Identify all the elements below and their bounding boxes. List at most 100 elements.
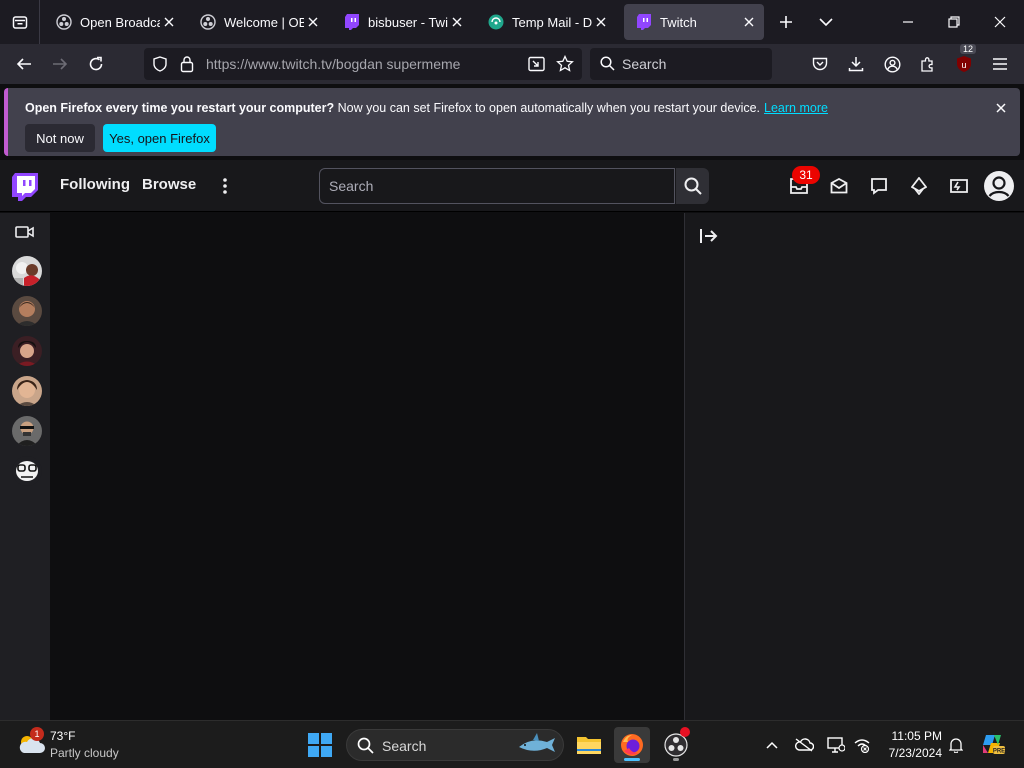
bookmark-star-icon[interactable]: [556, 54, 574, 78]
crown-ad-icon: [950, 179, 968, 193]
followed-channel-avatar[interactable]: [12, 456, 42, 486]
whispers-button[interactable]: [867, 174, 891, 198]
search-icon: [357, 737, 374, 759]
followed-channel-avatar[interactable]: [12, 336, 42, 366]
forward-button[interactable]: [46, 50, 74, 78]
new-tab-button[interactable]: [772, 8, 800, 36]
ublock-extension-button[interactable]: u 12: [950, 44, 978, 78]
twitch-icon: [344, 14, 360, 30]
copilot-button[interactable]: PRE: [980, 731, 1006, 757]
minimize-button[interactable]: [894, 8, 922, 36]
windows-logo-icon: [308, 733, 332, 757]
extension-badge: 12: [960, 44, 977, 54]
close-notification-icon[interactable]: [996, 100, 1006, 118]
close-window-button[interactable]: [986, 8, 1014, 36]
minimize-icon: [903, 21, 913, 23]
tab-welcome-obs[interactable]: Welcome | OBS: [188, 4, 328, 40]
url-text: https://www.twitch.tv/bogdan supermeme: [206, 56, 461, 72]
browser-search-box[interactable]: Search: [590, 48, 772, 80]
user-avatar[interactable]: [984, 171, 1014, 201]
learn-more-link[interactable]: Learn more: [764, 101, 828, 115]
app-menu-button[interactable]: [986, 50, 1014, 78]
tab-title: bisbuser - Twitch: [368, 14, 448, 30]
close-tab-icon[interactable]: [448, 13, 466, 31]
shield-icon[interactable]: [152, 56, 168, 77]
pocket-button[interactable]: [806, 50, 834, 78]
tab-title: Welcome | OBS: [224, 14, 304, 30]
pocket-icon: [812, 57, 828, 71]
list-tabs-button[interactable]: [812, 8, 840, 36]
taskbar-firefox[interactable]: [614, 727, 650, 763]
close-tab-icon[interactable]: [592, 13, 610, 31]
bits-icon: [911, 177, 927, 195]
plus-icon: [780, 16, 792, 28]
turbo-button[interactable]: [947, 174, 971, 198]
chat-column: [684, 213, 1024, 720]
yes-open-firefox-button[interactable]: Yes, open Firefox: [103, 124, 216, 152]
reload-icon: [89, 56, 103, 71]
weather-temperature[interactable]: 73°F: [50, 729, 75, 743]
more-menu-button[interactable]: [216, 174, 234, 198]
arrow-left-icon: [16, 58, 31, 70]
search-highlight-shark-icon: [517, 732, 557, 763]
extensions-button[interactable]: [914, 50, 942, 78]
browse-link[interactable]: Browse: [142, 176, 196, 193]
svg-text:PRE: PRE: [993, 749, 1005, 755]
network-tray-icon[interactable]: [852, 735, 872, 755]
close-tab-icon[interactable]: [740, 13, 758, 31]
chevron-up-icon: [766, 741, 778, 749]
list-all-tabs-button[interactable]: [0, 0, 40, 44]
notification-center-button[interactable]: [946, 735, 966, 755]
whispers-inbox-button[interactable]: [827, 174, 851, 198]
lock-icon[interactable]: [180, 55, 194, 78]
tab-bisbuser-twitch[interactable]: bisbuser - Twitch: [332, 4, 472, 40]
search-icon: [684, 177, 702, 195]
collapse-chat-button[interactable]: [699, 227, 719, 245]
notification-title: Open Firefox every time you restart your…: [25, 101, 335, 115]
more-vertical-icon: [223, 178, 227, 194]
tab-title: Open Broadcast: [80, 14, 160, 30]
address-bar[interactable]: https://www.twitch.tv/bogdan supermeme: [144, 48, 582, 80]
account-icon: [883, 55, 901, 73]
search-icon: [600, 56, 615, 76]
tab-open-broadcast[interactable]: Open Broadcast: [44, 4, 184, 40]
followed-channel-avatar[interactable]: [12, 296, 42, 326]
show-hidden-icons-button[interactable]: [762, 735, 782, 755]
browser-tab-strip: Open Broadcast Welcome | OBS bisbuser - …: [0, 0, 1024, 44]
followed-channel-avatar[interactable]: [12, 416, 42, 446]
weather-condition[interactable]: Partly cloudy: [50, 746, 119, 760]
twitch-logo[interactable]: [12, 173, 38, 201]
reload-button[interactable]: [82, 50, 110, 78]
tab-title: Temp Mail - Disposable: [512, 14, 592, 30]
video-player-area[interactable]: [50, 213, 684, 720]
display-tray-icon[interactable]: [826, 735, 846, 755]
twitch-side-nav: [0, 213, 50, 720]
obs-icon: [200, 14, 216, 30]
downloads-button[interactable]: [842, 50, 870, 78]
close-tab-icon[interactable]: [304, 13, 322, 31]
clock-date[interactable]: 7/23/2024: [884, 746, 942, 760]
restore-icon: [948, 16, 960, 28]
following-link[interactable]: Following: [60, 176, 130, 193]
taskbar-file-explorer[interactable]: [571, 727, 607, 763]
account-button[interactable]: [878, 50, 906, 78]
bits-button[interactable]: [907, 174, 931, 198]
restore-button[interactable]: [940, 8, 968, 36]
clock-time[interactable]: 11:05 PM: [884, 729, 942, 743]
tab-twitch-active[interactable]: Twitch: [624, 4, 764, 40]
close-tab-icon[interactable]: [160, 13, 178, 31]
taskbar-obs[interactable]: [658, 727, 694, 763]
onedrive-tray-icon[interactable]: [794, 735, 814, 755]
followed-channel-avatar[interactable]: [12, 376, 42, 406]
followed-channel-avatar[interactable]: [12, 256, 42, 286]
not-now-button[interactable]: Not now: [25, 124, 95, 152]
start-button[interactable]: [308, 733, 332, 757]
back-button[interactable]: [10, 50, 38, 78]
taskbar-search-box[interactable]: Search: [346, 729, 564, 761]
monitor-icon: [827, 737, 845, 753]
tab-temp-mail[interactable]: Temp Mail - Disposable: [476, 4, 616, 40]
twitch-search-input[interactable]: Search: [319, 168, 675, 204]
copilot-icon: PRE: [983, 735, 1005, 755]
twitch-search-button[interactable]: [676, 168, 709, 204]
reader-view-icon[interactable]: [528, 56, 545, 77]
